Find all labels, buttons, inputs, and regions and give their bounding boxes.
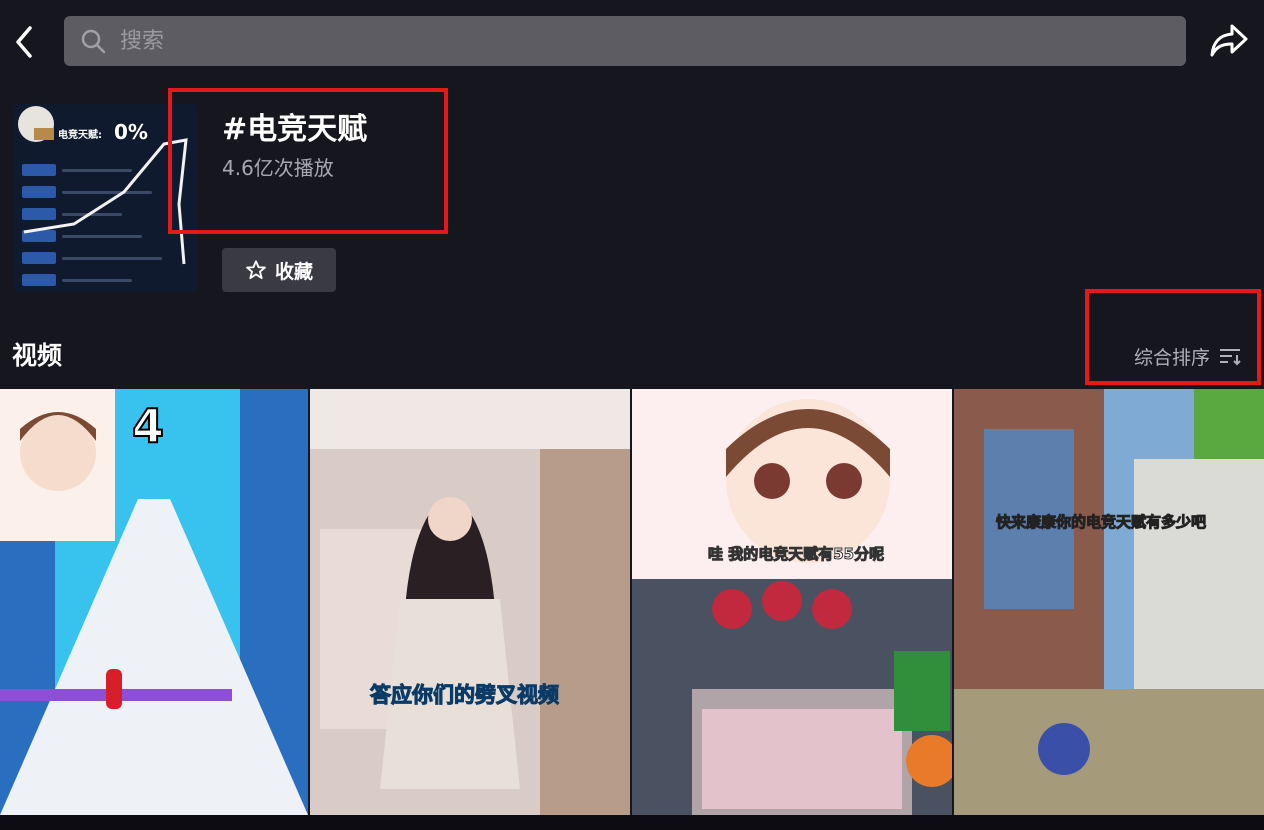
star-icon [246,260,266,279]
search-input[interactable] [120,16,1020,66]
video-thumbnail[interactable]: 答应你们的劈叉视频 [310,389,630,815]
highlight-box-sort [1085,289,1261,385]
section-title-videos: 视频 [12,341,63,370]
thumbnail-art [310,389,630,815]
video-caption: 答应你们的劈叉视频 [370,683,560,708]
video-caption: 4 [131,398,165,454]
thumbnail-art [632,389,952,815]
collect-button[interactable]: 收藏 [222,248,336,292]
collect-label: 收藏 [274,260,313,283]
video-thumbnail[interactable]: 4 [0,389,308,815]
share-icon [1210,24,1248,57]
next-row-peek [0,815,1264,830]
video-thumbnail[interactable]: 快来康康你的电竞天赋有多少吧 [954,389,1264,815]
share-button[interactable] [1208,22,1250,60]
video-caption: 快来康康你的电竞天赋有多少吧 [995,513,1207,532]
video-thumbnail[interactable]: 哇 我的电竞天赋有55分呢 [632,389,952,815]
back-arrow-icon [16,26,32,58]
back-button[interactable] [8,22,42,62]
search-bar[interactable] [64,16,1186,66]
thumbnail-art [954,389,1264,815]
video-caption: 哇 我的电竞天赋有55分呢 [707,545,885,564]
search-icon [81,29,106,54]
highlight-box-topic [168,88,448,234]
